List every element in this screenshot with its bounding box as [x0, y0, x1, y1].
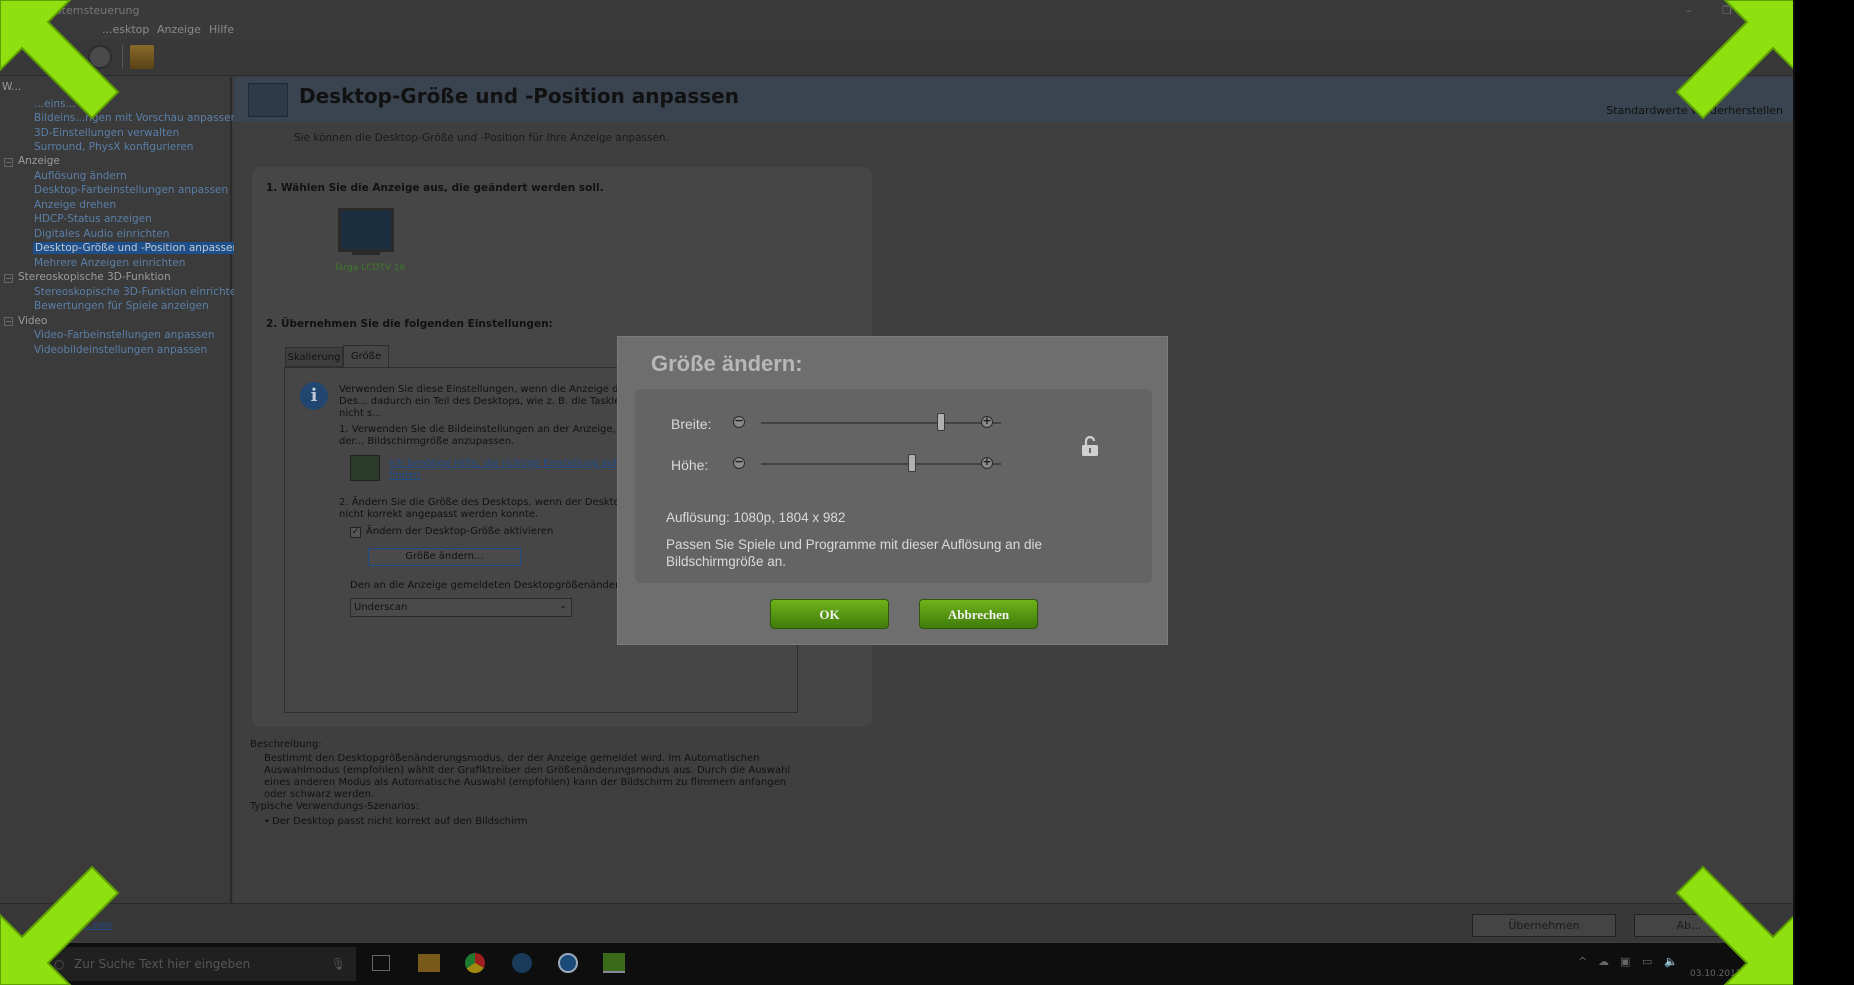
bottom-left-arrow-icon	[0, 865, 120, 985]
help-monitor-icon	[350, 455, 380, 481]
display-thumbnail[interactable]	[338, 208, 394, 252]
height-increase-button[interactable]: +	[981, 456, 993, 469]
sidebar: W... ...eins... Bildeins...ngen mit Vors…	[0, 77, 243, 903]
height-label: Höhe:	[671, 457, 709, 473]
tray-chevron-icon[interactable]: ^	[1578, 955, 1587, 968]
tray-app-icon[interactable]: ▣	[1620, 955, 1630, 968]
menu-hilfe[interactable]: Hilfe	[209, 21, 234, 39]
page-subtitle: Sie können die Desktop-Größe und -Positi…	[294, 132, 669, 144]
height-slider-thumb[interactable]	[908, 454, 917, 472]
chrome-icon[interactable]	[465, 953, 485, 973]
resize-dialog: Größe ändern: Breite: − + Höhe: − + Aufl…	[617, 336, 1168, 645]
mode-select[interactable]: Underscan ⌄	[350, 598, 572, 617]
width-label: Breite:	[671, 416, 712, 432]
taskbar: ○ Zur Suche Text hier eingeben 🎙 ^ ☁ ▣ ▭…	[0, 943, 1793, 985]
width-slider-track[interactable]	[761, 422, 1001, 424]
sidebar-cat-anzeige[interactable]: Anzeige	[18, 155, 60, 167]
sidebar-item-color[interactable]: Desktop-Farbeinstellungen anpassen	[34, 184, 228, 196]
nvidia-taskbar-icon[interactable]	[603, 953, 625, 973]
unlock-icon[interactable]	[1079, 435, 1101, 457]
sidebar-item-audio[interactable]: Digitales Audio einrichten	[34, 228, 169, 240]
resize-checkbox[interactable]: ✓	[350, 527, 361, 538]
tab-skalierung[interactable]: Skalierung	[285, 347, 343, 367]
screen: ...-Systemsteuerung – ❐ ...esktop Anzeig…	[0, 0, 1795, 985]
mode-label: Den an die Anzeige gemeldeten Desktopgrö…	[350, 580, 663, 591]
sidebar-item-video-color[interactable]: Video-Farbeinstellungen anpassen	[34, 329, 214, 341]
height-decrease-button[interactable]: −	[733, 456, 745, 469]
width-decrease-button[interactable]: −	[733, 415, 745, 428]
step1-heading: 1. Wählen Sie die Anzeige aus, die geänd…	[266, 182, 604, 194]
width-increase-button[interactable]: +	[981, 415, 993, 428]
task-view-icon[interactable]	[372, 955, 390, 971]
display-header-icon	[248, 83, 288, 117]
bottom-right-arrow-icon	[1675, 865, 1793, 985]
info-icon: i	[300, 382, 328, 410]
display-name[interactable]: Targa LCDTV 16	[334, 263, 405, 273]
toolbar	[0, 39, 1793, 76]
sidebar-item-game-ratings[interactable]: Bewertungen für Spiele anzeigen	[34, 300, 209, 312]
dialog-title: Größe ändern:	[651, 351, 803, 376]
height-slider-track[interactable]	[761, 463, 1001, 465]
sidebar-cat-video[interactable]: Video	[18, 315, 47, 327]
tray-network-icon[interactable]: ☁	[1598, 955, 1609, 968]
width-slider-thumb[interactable]	[937, 413, 945, 431]
home-icon[interactable]	[130, 45, 154, 69]
mode-select-value: Underscan	[354, 602, 408, 613]
cancel-button[interactable]: Abbrechen	[919, 599, 1038, 629]
toolbar-divider	[122, 45, 123, 69]
sidebar-item-desktop-size[interactable]: Desktop-Größe und -Position anpassen	[33, 242, 242, 254]
usage-bullet: •	[264, 816, 270, 827]
ok-button[interactable]: OK	[770, 599, 889, 629]
uplay-icon[interactable]	[558, 953, 578, 973]
anzeige-collapse-icon[interactable]: −	[4, 158, 13, 167]
menu-bar: ...esktop Anzeige Hilfe	[0, 21, 1793, 39]
sidebar-item-surround[interactable]: Surround, PhysX konfigurieren	[34, 141, 193, 153]
description-text: Bestimmt den Desktopgrößenänderungsmodus…	[264, 753, 791, 800]
display-stand	[352, 251, 380, 255]
file-explorer-icon[interactable]	[418, 954, 440, 972]
sidebar-item-rotate[interactable]: Anzeige drehen	[34, 199, 116, 211]
menu-anzeige[interactable]: Anzeige	[157, 21, 201, 39]
apply-button[interactable]: Übernehmen	[1472, 914, 1616, 937]
steam-icon[interactable]	[512, 953, 532, 973]
dialog-inner-panel: Breite: − + Höhe: − + Auflösung: 1080p, …	[635, 389, 1152, 583]
top-right-arrow-icon	[1675, 0, 1793, 120]
sidebar-item-hdcp[interactable]: HDCP-Status anzeigen	[34, 213, 152, 225]
resolution-text: Auflösung: 1080p, 1804 x 982	[666, 510, 846, 525]
header-band: Desktop-Größe und -Position anpassen Sta…	[234, 77, 1793, 122]
microphone-icon[interactable]: 🎙	[331, 947, 346, 981]
top-left-arrow-icon	[0, 0, 120, 120]
tab-groesse[interactable]: Größe	[343, 345, 389, 367]
point1-text: 1. Verwenden Sie die Bildeinstellungen a…	[339, 424, 635, 447]
usage-label: Typische Verwendungs-Szenarios:	[250, 801, 419, 812]
app-bottom-bar: ...nen Übernehmen Ab...	[0, 903, 1793, 941]
sidebar-item-video-image[interactable]: Videobildeinstellungen anpassen	[34, 344, 207, 356]
video-collapse-icon[interactable]: −	[4, 317, 13, 326]
sidebar-cat-stereo[interactable]: Stereoskopische 3D-Funktion	[18, 271, 171, 283]
page-title: Desktop-Größe und -Position anpassen	[299, 84, 739, 108]
right-black-margin	[1797, 0, 1854, 985]
hint-text: Passen Sie Spiele und Programme mit dies…	[666, 537, 1042, 569]
chevron-down-icon: ⌄	[559, 601, 567, 611]
checkbox-label: Ändern der Desktop-Größe aktivieren	[366, 526, 554, 537]
stereo-collapse-icon[interactable]: −	[4, 274, 13, 283]
sidebar-item-3d-manage[interactable]: 3D-Einstellungen verwalten	[34, 127, 179, 139]
sidebar-item-stereo-setup[interactable]: Stereoskopische 3D-Funktion einrichten	[34, 286, 243, 298]
sidebar-item-multi-display[interactable]: Mehrere Anzeigen einrichten	[34, 257, 185, 269]
description-label: Beschreibung:	[250, 739, 322, 750]
tray-display-icon[interactable]: ▭	[1642, 955, 1652, 968]
step2-heading: 2. Übernehmen Sie die folgenden Einstell…	[266, 318, 553, 330]
usage-item: Der Desktop passt nicht korrekt auf den …	[272, 816, 528, 827]
sidebar-item-resolution[interactable]: Auflösung ändern	[34, 170, 127, 182]
resize-button[interactable]: Größe ändern...	[368, 548, 521, 566]
info-text: Verwenden Sie diese Einstellungen, wenn …	[339, 384, 642, 419]
title-bar: ...-Systemsteuerung – ❐	[0, 0, 1793, 21]
